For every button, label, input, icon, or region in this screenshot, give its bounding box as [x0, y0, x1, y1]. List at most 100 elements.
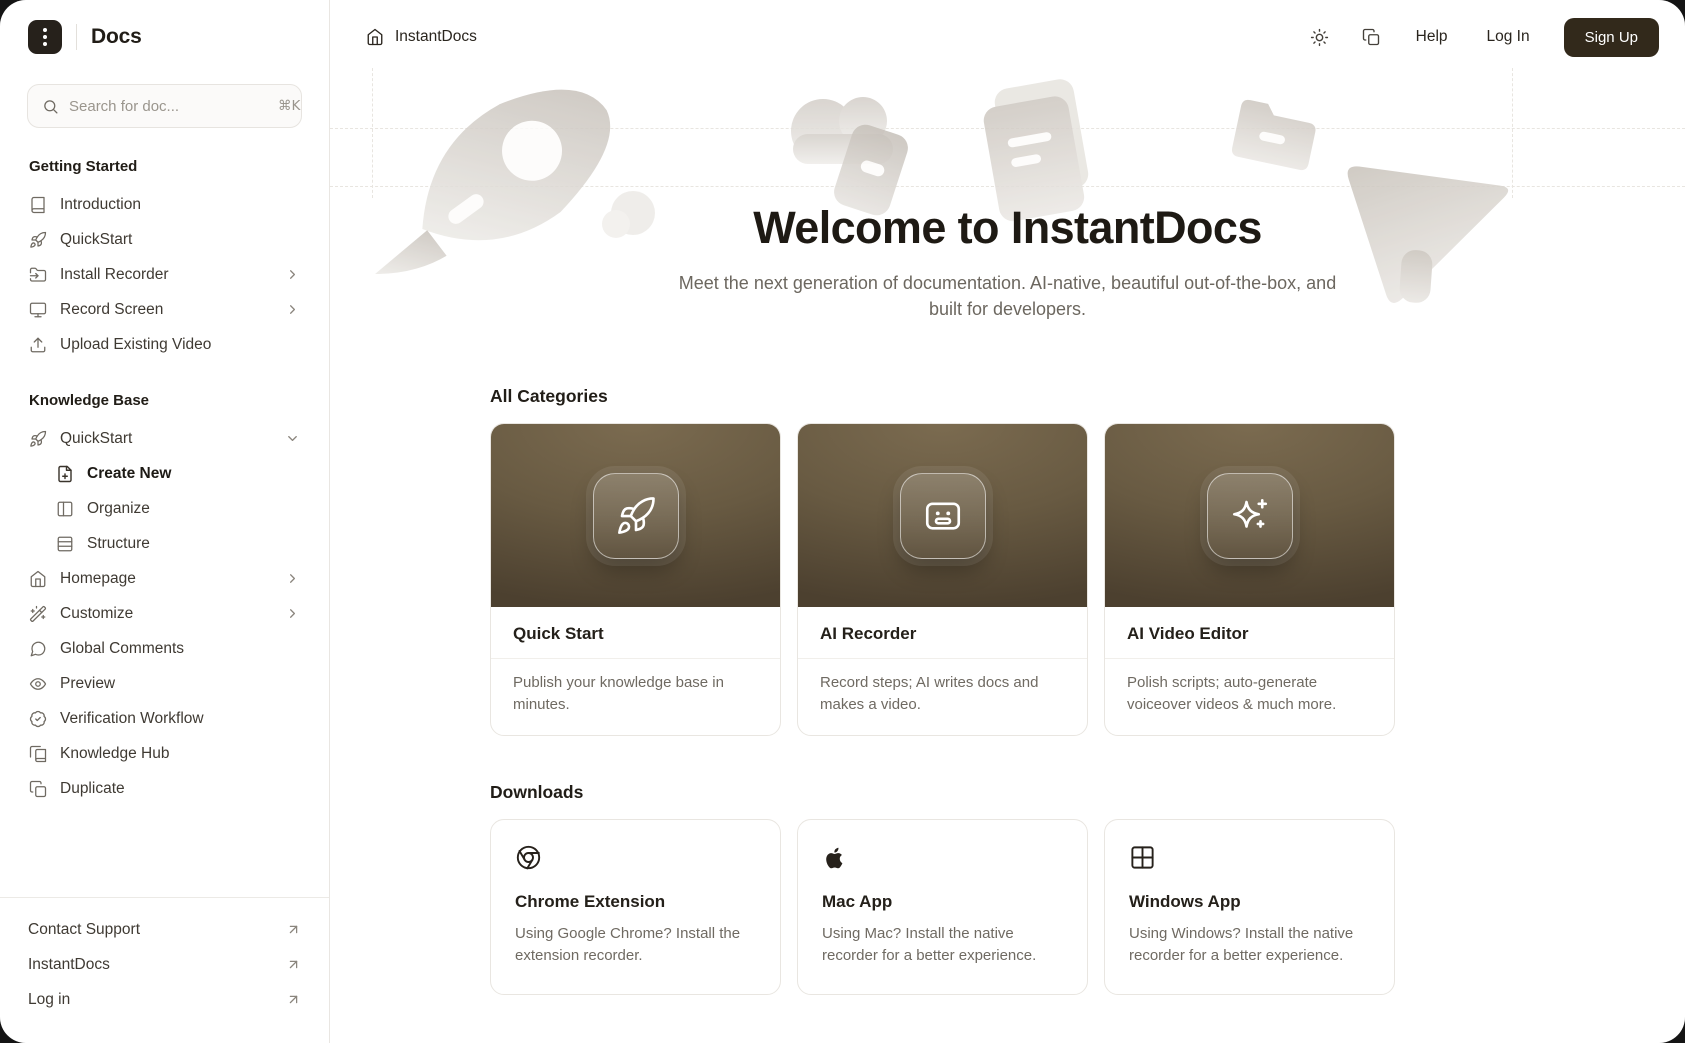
copy-page-button[interactable]: [1352, 18, 1390, 56]
footer-link-contact-support[interactable]: Contact Support: [28, 912, 301, 947]
section-title-knowledge-base: Knowledge Base: [29, 392, 300, 409]
upload-icon: [29, 336, 47, 354]
card-description: Using Google Chrome? Install the extensi…: [515, 923, 756, 968]
footer-link-label: InstantDocs: [28, 956, 110, 974]
apple-icon: [822, 844, 849, 871]
sidebar-item-label: Customize: [60, 605, 133, 623]
sidebar-item-create-new[interactable]: Create New: [27, 456, 302, 491]
sidebar-item-label: Introduction: [60, 196, 141, 214]
page-title: Welcome to InstantDocs: [330, 202, 1685, 254]
sidebar-item-label: QuickStart: [60, 430, 132, 448]
wand-icon: [29, 605, 47, 623]
recorder-icon: [900, 473, 986, 559]
card-quick-start[interactable]: Quick Start Publish your knowledge base …: [490, 423, 781, 736]
sidebar-item-label: Organize: [87, 500, 150, 518]
copy-icon: [1362, 28, 1380, 46]
folder-input-icon: [29, 266, 47, 284]
book-icon: [29, 196, 47, 214]
app-window: Docs ⌘K Getting Started Introduction Qui…: [0, 0, 1685, 1043]
sidebar-item-label: Record Screen: [60, 301, 163, 319]
sidebar-item-knowledge-hub[interactable]: Knowledge Hub: [27, 736, 302, 771]
file-plus-icon: [56, 465, 74, 483]
signup-button[interactable]: Sign Up: [1564, 18, 1659, 57]
search-input[interactable]: [69, 98, 268, 115]
sidebar-item-label: Duplicate: [60, 780, 125, 798]
card-mac-app[interactable]: Mac App Using Mac? Install the native re…: [797, 819, 1088, 995]
sidebar-item-label: Create New: [87, 465, 171, 483]
chevron-right-icon: [285, 571, 300, 586]
sparkle-plus-icon: [1207, 473, 1293, 559]
content: All Categories Quick Start Publish your …: [490, 386, 1395, 1025]
search-shortcut: ⌘K: [278, 98, 300, 114]
sidebar-item-label: QuickStart: [60, 231, 132, 249]
app-title: Docs: [91, 25, 142, 49]
card-title: AI Video Editor: [1105, 607, 1394, 659]
home-icon: [366, 28, 384, 46]
card-description: Using Mac? Install the native recorder f…: [822, 923, 1063, 968]
card-media: [491, 424, 780, 607]
sidebar-item-preview[interactable]: Preview: [27, 666, 302, 701]
section-title-getting-started: Getting Started: [29, 158, 300, 175]
downloads-section: Downloads Chrome Extension Using Google …: [490, 782, 1395, 1025]
sidebar-item-structure[interactable]: Structure: [27, 526, 302, 561]
sidebar-item-record-screen[interactable]: Record Screen: [27, 292, 302, 327]
footer-link-instantdocs[interactable]: InstantDocs: [28, 947, 301, 982]
monitor-icon: [29, 301, 47, 319]
sidebar-item-upload-existing-video[interactable]: Upload Existing Video: [27, 327, 302, 362]
card-description: Publish your knowledge base in minutes.: [491, 659, 780, 735]
sidebar-item-introduction[interactable]: Introduction: [27, 187, 302, 222]
card-description: Record steps; AI writes docs and makes a…: [798, 659, 1087, 735]
chrome-icon: [515, 844, 542, 871]
search-box[interactable]: ⌘K: [27, 84, 302, 128]
search-icon: [42, 98, 59, 115]
sidebar-item-organize[interactable]: Organize: [27, 491, 302, 526]
sidebar-item-homepage[interactable]: Homepage: [27, 561, 302, 596]
card-title: Mac App: [822, 892, 1063, 912]
footer-link-log-in[interactable]: Log in: [28, 982, 301, 1017]
card-title: Windows App: [1129, 892, 1370, 912]
hero-area: Welcome to InstantDocs Meet the next gen…: [330, 74, 1685, 322]
card-title: AI Recorder: [798, 607, 1087, 659]
card-media: [798, 424, 1087, 607]
header-actions: Help Log In Sign Up: [1301, 18, 1659, 57]
card-windows-app[interactable]: Windows App Using Windows? Install the n…: [1104, 819, 1395, 995]
badge-check-icon: [29, 710, 47, 728]
card-title: Quick Start: [491, 607, 780, 659]
sidebar-item-global-comments[interactable]: Global Comments: [27, 631, 302, 666]
card-media: [1105, 424, 1394, 607]
card-title: Chrome Extension: [515, 892, 756, 912]
sidebar-item-label: Upload Existing Video: [60, 336, 211, 354]
sidebar-item-quickstart[interactable]: QuickStart: [27, 222, 302, 257]
rocket-icon: [593, 473, 679, 559]
sidebar-item-label: Structure: [87, 535, 150, 553]
home-icon: [29, 570, 47, 588]
eye-icon: [29, 675, 47, 693]
sidebar-item-label: Verification Workflow: [60, 710, 204, 728]
page-subtitle: Meet the next generation of documentatio…: [668, 270, 1348, 322]
card-description: Polish scripts; auto-generate voiceover …: [1105, 659, 1394, 735]
main-content: InstantDocs Help Log In Sign Up: [330, 0, 1685, 1043]
sidebar-item-verification-workflow[interactable]: Verification Workflow: [27, 701, 302, 736]
windows-icon: [1129, 844, 1156, 871]
sidebar-item-install-recorder[interactable]: Install Recorder: [27, 257, 302, 292]
card-ai-recorder[interactable]: AI Recorder Record steps; AI writes docs…: [797, 423, 1088, 736]
card-ai-video-editor[interactable]: AI Video Editor Polish scripts; auto-gen…: [1104, 423, 1395, 736]
help-button[interactable]: Help: [1403, 19, 1461, 55]
rocket-icon: [29, 430, 47, 448]
logo-divider: [76, 24, 77, 50]
card-description: Using Windows? Install the native record…: [1129, 923, 1370, 968]
login-button[interactable]: Log In: [1474, 19, 1543, 55]
card-chrome-extension[interactable]: Chrome Extension Using Google Chrome? In…: [490, 819, 781, 995]
chevron-right-icon: [285, 302, 300, 317]
downloads-heading: Downloads: [490, 782, 1395, 803]
theme-toggle-button[interactable]: [1301, 18, 1339, 56]
sidebar-item-customize[interactable]: Customize: [27, 596, 302, 631]
sidebar-item-duplicate[interactable]: Duplicate: [27, 771, 302, 806]
hero: Welcome to InstantDocs Meet the next gen…: [330, 74, 1685, 322]
chevron-right-icon: [285, 606, 300, 621]
sidebar-nav: ⌘K Getting Started Introduction QuickSta…: [0, 74, 329, 897]
sidebar-item-label: Preview: [60, 675, 115, 693]
breadcrumb-label: InstantDocs: [395, 28, 477, 46]
breadcrumb[interactable]: InstantDocs: [366, 28, 477, 46]
sidebar-item-kb-quickstart[interactable]: QuickStart: [27, 421, 302, 456]
